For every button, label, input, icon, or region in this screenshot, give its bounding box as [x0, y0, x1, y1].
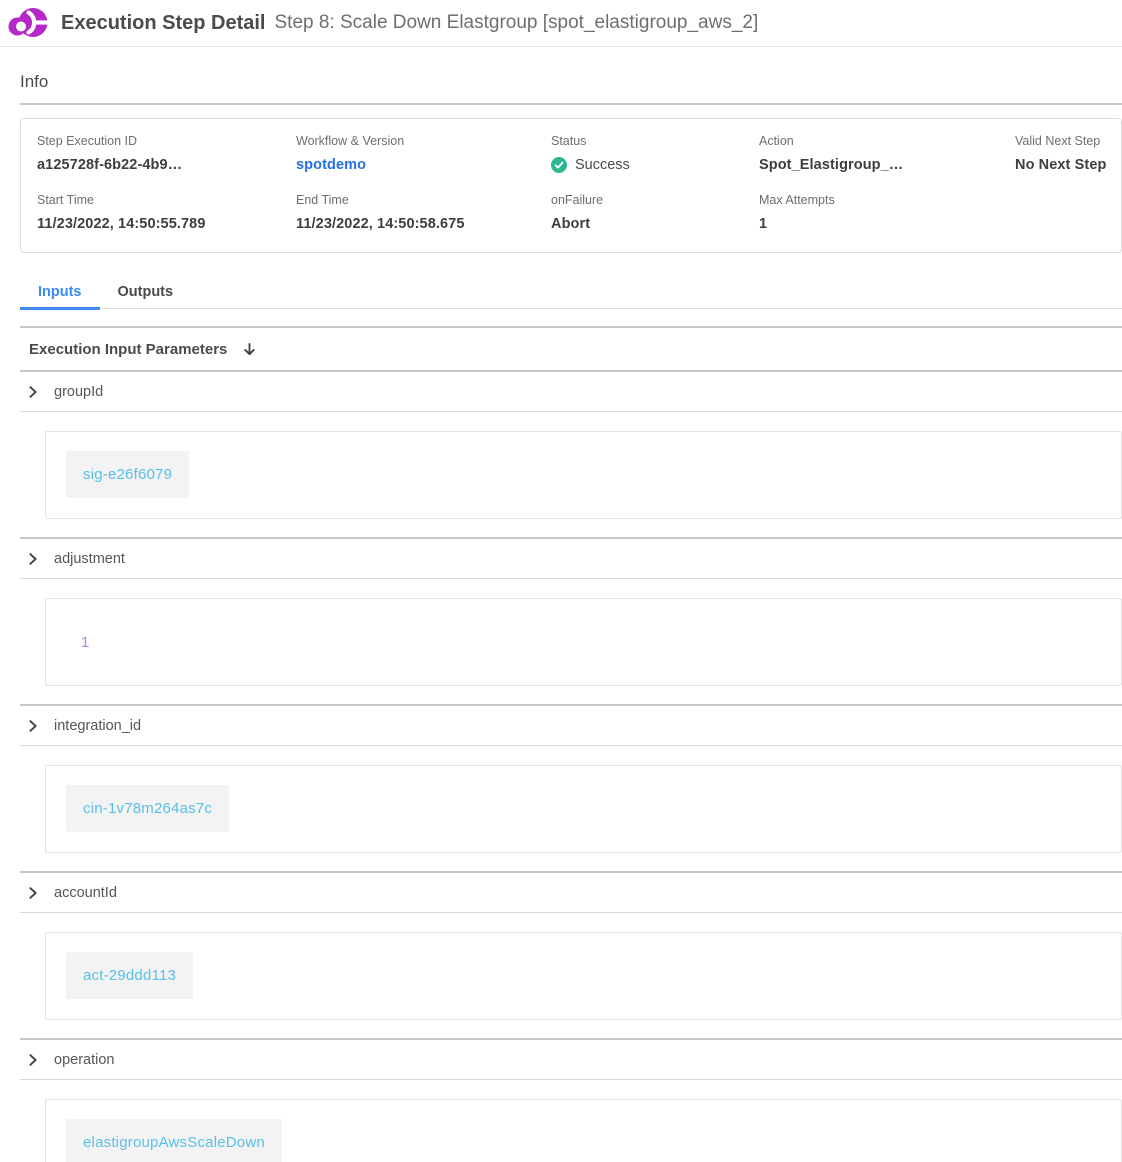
field-workflow-version: Workflow & Version spotdemo — [296, 134, 551, 173]
field-label: Status — [551, 134, 749, 148]
workflow-link[interactable]: spotdemo — [296, 157, 541, 173]
value-card: 1 — [45, 598, 1122, 686]
arrow-down-icon[interactable] — [242, 342, 257, 357]
info-card: Step Execution ID a125728f-6b22-4b9… Wor… — [20, 118, 1122, 253]
field-value: Abort — [551, 216, 749, 232]
field-action: Action Spot_Elastigroup_… — [759, 134, 1015, 173]
field-end-time: End Time 11/23/2022, 14:50:58.675 — [296, 193, 551, 232]
param-name: accountId — [54, 885, 117, 901]
param-body: 1 — [20, 579, 1122, 704]
status-text: Success — [575, 157, 630, 173]
param-expander[interactable]: groupId — [20, 372, 1122, 412]
param-expander[interactable]: adjustment — [20, 539, 1122, 579]
param-body: cin-1v78m264as7c — [20, 746, 1122, 871]
value-card: cin-1v78m264as7c — [45, 765, 1122, 853]
field-value: Spot_Elastigroup_… — [759, 157, 1005, 173]
spacer — [20, 309, 1122, 326]
field-label: Valid Next Step — [1015, 134, 1111, 148]
field-label: Max Attempts — [759, 193, 1005, 207]
field-label: End Time — [296, 193, 541, 207]
param-section-accountid: accountId act-29ddd113 — [20, 873, 1122, 1040]
param-section-adjustment: adjustment 1 — [20, 539, 1122, 706]
spot-logo-icon — [8, 5, 48, 42]
param-value-chip: cin-1v78m264as7c — [66, 785, 229, 832]
chevron-right-icon — [26, 886, 40, 900]
param-section-integration-id: integration_id cin-1v78m264as7c — [20, 706, 1122, 873]
status-badge: Success — [551, 157, 749, 173]
field-onfailure: onFailure Abort — [551, 193, 759, 232]
param-body: elastigroupAwsScaleDown — [20, 1080, 1122, 1162]
param-value-chip: act-29ddd113 — [66, 952, 193, 999]
tab-outputs[interactable]: Outputs — [100, 276, 192, 310]
field-status: Status Success — [551, 134, 759, 173]
params-title: Execution Input Parameters — [29, 341, 227, 358]
param-name: operation — [54, 1052, 114, 1068]
param-section-operation: operation elastigroupAwsScaleDown — [20, 1040, 1122, 1162]
field-step-execution-id: Step Execution ID a125728f-6b22-4b9… — [37, 134, 296, 173]
field-value: 11/23/2022, 14:50:58.675 — [296, 216, 541, 232]
param-value-chip: elastigroupAwsScaleDown — [66, 1119, 282, 1162]
chevron-right-icon — [26, 1053, 40, 1067]
field-valid-next-step: Valid Next Step No Next Step — [1015, 134, 1121, 173]
chevron-right-icon — [26, 719, 40, 733]
field-label: Workflow & Version — [296, 134, 541, 148]
check-circle-icon — [551, 157, 567, 173]
tab-bar: Inputs Outputs — [20, 276, 1122, 309]
field-label: Step Execution ID — [37, 134, 286, 148]
app-header: Execution Step Detail Step 8: Scale Down… — [0, 0, 1122, 47]
field-label: Action — [759, 134, 1005, 148]
param-body: act-29ddd113 — [20, 913, 1122, 1038]
param-name: adjustment — [54, 551, 125, 567]
param-body: sig-e26f6079 — [20, 412, 1122, 537]
chevron-right-icon — [26, 552, 40, 566]
field-start-time: Start Time 11/23/2022, 14:50:55.789 — [37, 193, 296, 232]
param-value-number: 1 — [81, 634, 89, 651]
field-value: a125728f-6b22-4b9… — [37, 157, 286, 173]
param-expander[interactable]: operation — [20, 1040, 1122, 1080]
field-value: 1 — [759, 216, 1005, 232]
param-name: groupId — [54, 384, 103, 400]
field-value: 11/23/2022, 14:50:55.789 — [37, 216, 286, 232]
info-section-heading: Info — [20, 47, 1122, 105]
field-spacer — [1015, 193, 1121, 232]
execution-input-parameters-header: Execution Input Parameters — [20, 328, 1122, 372]
field-value: No Next Step — [1015, 157, 1111, 173]
param-value-chip: sig-e26f6079 — [66, 451, 189, 498]
page-title: Execution Step Detail — [61, 12, 266, 35]
page-subtitle: Step 8: Scale Down Elastgroup [spot_elas… — [275, 12, 759, 34]
value-card: act-29ddd113 — [45, 932, 1122, 1020]
value-card: sig-e26f6079 — [45, 431, 1122, 519]
field-label: onFailure — [551, 193, 749, 207]
field-label: Start Time — [37, 193, 286, 207]
param-name: integration_id — [54, 718, 141, 734]
param-section-groupid: groupId sig-e26f6079 — [20, 372, 1122, 539]
field-max-attempts: Max Attempts 1 — [759, 193, 1015, 232]
tab-inputs[interactable]: Inputs — [20, 276, 100, 310]
param-expander[interactable]: integration_id — [20, 706, 1122, 746]
param-expander[interactable]: accountId — [20, 873, 1122, 913]
chevron-right-icon — [26, 385, 40, 399]
value-card: elastigroupAwsScaleDown — [45, 1099, 1122, 1162]
